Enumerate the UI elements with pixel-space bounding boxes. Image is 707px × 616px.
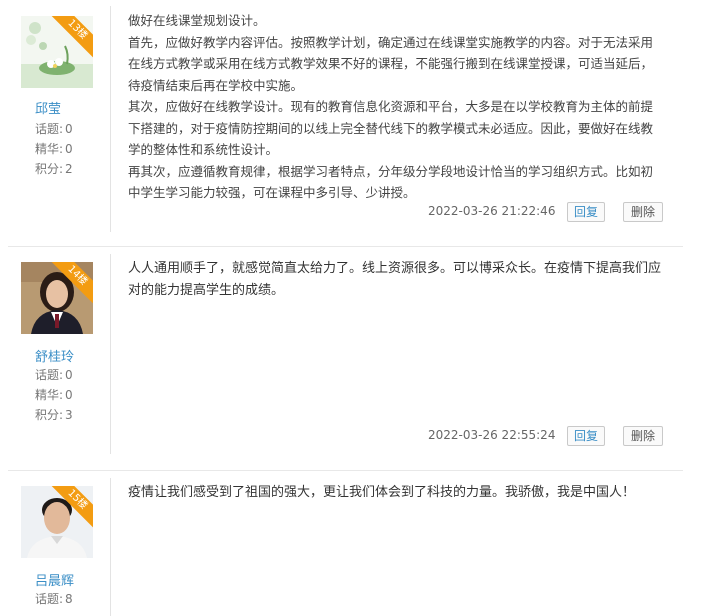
post-content: 疫情让我们感受到了祖国的强大，更让我们体会到了科技的力量。我骄傲，我是中国人！	[128, 482, 664, 504]
stat-topics: 话题: 0	[35, 122, 73, 136]
avatar[interactable]: 13楼	[21, 16, 93, 88]
column-divider	[110, 254, 111, 454]
avatar[interactable]: 15楼	[21, 486, 93, 558]
post-paragraph: 疫情让我们感受到了祖国的强大，更让我们体会到了科技的力量。我骄傲，我是中国人！	[128, 485, 636, 500]
username-link[interactable]: 吕晨辉	[35, 570, 74, 589]
post-14: 14楼 舒桂玲 话题: 0 精华: 0 积分: 3 人人通用顺手了，就感觉简直太给力了…	[0, 246, 707, 470]
column-divider	[110, 478, 111, 616]
column-divider	[110, 6, 111, 232]
stat-points: 积分: 2	[35, 162, 73, 176]
post-paragraph: 首先，应做好教学内容评估。按照教学计划，确定通过在线课堂实施教学的内容。对于无法…	[128, 34, 654, 93]
stat-topics: 话题: 0	[35, 368, 73, 382]
stat-featured: 精华: 0	[35, 142, 73, 156]
reply-button[interactable]: 回复	[567, 202, 605, 222]
post-paragraph: 做好在线课堂规划设计。	[128, 13, 266, 28]
post-paragraph: 再其次，应遵循教育规律，根据学习者特点，分年级分学段地设计恰当的学习组织方式。比…	[128, 163, 654, 201]
post-content: 人人通用顺手了，就感觉简直太给力了。线上资源很多。可以博采众长。在疫情下提高我们…	[128, 258, 664, 302]
post-paragraph: 人人通用顺手了，就感觉简直太给力了。线上资源很多。可以博采众长。在疫情下提高我们…	[128, 261, 662, 298]
stat-topics: 话题: 8	[35, 592, 73, 606]
delete-button[interactable]: 删除	[623, 426, 663, 446]
username-link[interactable]: 舒桂玲	[35, 346, 74, 365]
username-link[interactable]: 邱莹	[35, 98, 61, 117]
avatar[interactable]: 14楼	[21, 262, 93, 334]
delete-button[interactable]: 删除	[623, 202, 663, 222]
stat-featured: 精华: 0	[35, 388, 73, 402]
post-13: 13楼 邱莹 话题: 0 精华: 0 积分: 2 做好在线课堂规划设计。 首先，应做好…	[0, 0, 707, 246]
stat-points: 积分: 3	[35, 408, 73, 422]
post-content: 做好在线课堂规划设计。 首先，应做好教学内容评估。按照教学计划，确定通过在线课堂…	[128, 10, 664, 204]
post-paragraph: 其次，应做好在线教学设计。现有的教育信息化资源和平台，大多是在以学校教育为主体的…	[128, 99, 654, 157]
post-meta: 2022-03-26 22:55:24 回复 删除	[418, 426, 664, 446]
post-15: 15楼 吕晨辉 话题: 8 疫情让我们感受到了祖国的强大，更让我们体会到了科技的力…	[0, 470, 707, 616]
post-timestamp: 2022-03-26 22:55:24	[428, 428, 556, 442]
post-timestamp: 2022-03-26 21:22:46	[428, 204, 556, 218]
reply-button[interactable]: 回复	[567, 426, 605, 446]
post-meta: 2022-03-26 21:22:46 回复 删除	[418, 202, 664, 222]
